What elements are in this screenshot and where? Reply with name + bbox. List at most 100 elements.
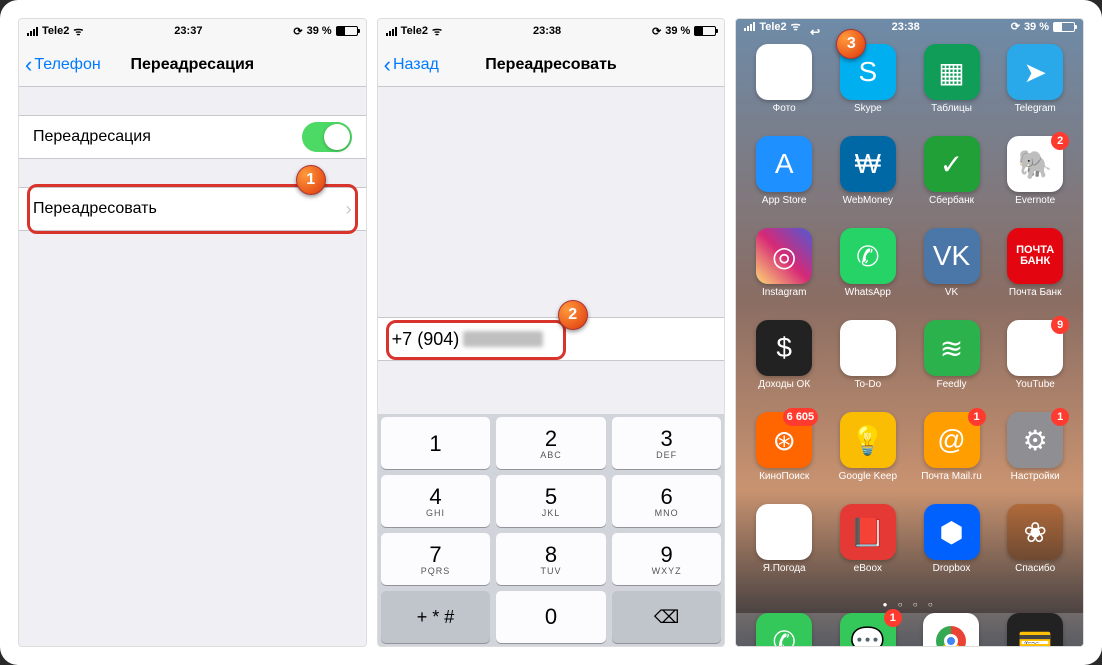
app-WhatsApp[interactable]: ✆WhatsApp [826, 228, 910, 320]
app-icon: ⊛6 605 [756, 412, 812, 468]
app-Почта Mail.ru[interactable]: @1Почта Mail.ru [910, 412, 994, 504]
app-icon: ⬢ [924, 504, 980, 560]
app-Skype[interactable]: SSkype [826, 44, 910, 136]
notification-badge: 1 [884, 609, 902, 627]
clock: 23:37 [174, 25, 202, 37]
app-label: VK [945, 287, 958, 298]
app-label: Instagram [762, 287, 806, 298]
app-icon: ≋ [924, 320, 980, 376]
app-label: App Store [762, 195, 806, 206]
app-icon: ✓ [840, 320, 896, 376]
app-phone[interactable]: ✆ [756, 613, 812, 647]
toggle-label: Переадресация [33, 128, 151, 146]
app-icon: ✆ [756, 613, 812, 647]
app-wallet[interactable]: 💳 [1007, 613, 1063, 647]
signal-icon [744, 22, 755, 31]
app-КиноПоиск[interactable]: ⊛6 605 КиноПоиск [742, 412, 826, 504]
key-8[interactable]: 8TUV [496, 533, 606, 585]
app-Telegram[interactable]: ➤ Telegram [993, 44, 1077, 136]
status-bar: Tele2 ᯤ 23:38 ⟳ 39 % [378, 19, 725, 43]
key-2[interactable]: 2ABC [496, 417, 606, 469]
notification-badge: 1 [1051, 408, 1069, 426]
key-backspace[interactable]: ⌫ [612, 591, 722, 643]
carrier-label: Tele2 [401, 25, 428, 37]
notification-badge: 9 [1051, 316, 1069, 334]
notification-badge: 1 [968, 408, 986, 426]
wifi-icon: ᯤ [432, 24, 442, 39]
app-Feedly[interactable]: ≋ Feedly [910, 320, 994, 412]
app-label: eBoox [854, 563, 882, 574]
app-icon: $ [756, 320, 812, 376]
app-label: Фото [773, 103, 796, 114]
app-Evernote[interactable]: 🐘2 Evernote [993, 136, 1077, 228]
key-7[interactable]: 7PQRS [381, 533, 491, 585]
app-icon: ✿ [756, 44, 812, 100]
app-label: Evernote [1015, 195, 1055, 206]
signal-icon [386, 27, 397, 36]
toggle-switch[interactable] [302, 122, 352, 152]
phone-number-field[interactable]: +7 (904) 2 [378, 317, 725, 361]
chevron-right-icon: › [346, 199, 352, 220]
app-Почта Банк[interactable]: ПОЧТА БАНКПочта Банк [993, 228, 1077, 320]
app-Таблицы[interactable]: ▦Таблицы [910, 44, 994, 136]
app-icon: ➤ [1007, 44, 1063, 100]
app-label: Skype [854, 103, 882, 114]
signal-icon [27, 27, 38, 36]
app-Я.Погода[interactable]: ☂Я.Погода [742, 504, 826, 596]
app-label: Dropbox [933, 563, 971, 574]
app-icon: 🐘2 [1007, 136, 1063, 192]
app-VK[interactable]: VK VK [910, 228, 994, 320]
app-To-Do[interactable]: ✓ To-Do [826, 320, 910, 412]
key-symbols[interactable]: + * # [381, 591, 491, 643]
back-button[interactable]: ‹ Телефон [25, 54, 101, 76]
app-label: Telegram [1015, 103, 1056, 114]
app-icon: ⚙1 [1007, 412, 1063, 468]
notification-badge: 2 [1051, 132, 1069, 150]
nav-title: Переадресация [131, 56, 255, 74]
app-label: Сбербанк [929, 195, 974, 206]
redacted-segment [463, 331, 543, 347]
battery-icon [694, 26, 716, 36]
app-label: WhatsApp [845, 287, 891, 298]
app-label: КиноПоиск [759, 471, 809, 482]
app-App Store[interactable]: AApp Store [742, 136, 826, 228]
app-WebMoney[interactable]: ₩WebMoney [826, 136, 910, 228]
battery-icon [336, 26, 358, 36]
key-9[interactable]: 9WXYZ [612, 533, 722, 585]
app-icon: ПОЧТА БАНК [1007, 228, 1063, 284]
app-label: Google Keep [839, 471, 897, 482]
key-0[interactable]: 0 [496, 591, 606, 643]
clock: 23:38 [533, 25, 561, 37]
app-YouTube[interactable]: ▶9YouTube [993, 320, 1077, 412]
app-Сбербанк[interactable]: ✓Сбербанк [910, 136, 994, 228]
back-button[interactable]: ‹ Назад [384, 54, 439, 76]
app-Доходы ОК[interactable]: $Доходы ОК [742, 320, 826, 412]
key-3[interactable]: 3DEF [612, 417, 722, 469]
app-label: To-Do [854, 379, 881, 390]
app-Спасибо[interactable]: ❀Спасибо [993, 504, 1077, 596]
app-icon: ₩ [840, 136, 896, 192]
forwarding-toggle-row[interactable]: Переадресация [19, 115, 366, 159]
app-eBoox[interactable]: 📕eBoox [826, 504, 910, 596]
key-6[interactable]: 6MNO [612, 475, 722, 527]
key-5[interactable]: 5JKL [496, 475, 606, 527]
screen-forward-number-entry: Tele2 ᯤ 23:38 ⟳ 39 % ‹ Назад Переадресов… [377, 18, 726, 647]
app-label: Feedly [937, 379, 967, 390]
call-forwarding-icon: ↪ [810, 25, 820, 39]
chevron-left-icon: ‹ [25, 54, 32, 76]
forward-to-label: Переадресовать [33, 200, 157, 218]
app-icon: VK [924, 228, 980, 284]
app-Настройки[interactable]: ⚙1Настройки [993, 412, 1077, 504]
app-Фото[interactable]: ✿ Фото [742, 44, 826, 136]
back-label: Телефон [34, 56, 100, 74]
app-Dropbox[interactable]: ⬢ Dropbox [910, 504, 994, 596]
app-Instagram[interactable]: ◎Instagram [742, 228, 826, 320]
app-chrome[interactable] [923, 613, 979, 647]
app-Google Keep[interactable]: 💡Google Keep [826, 412, 910, 504]
back-label: Назад [393, 56, 439, 74]
key-1[interactable]: 1 [381, 417, 491, 469]
key-4[interactable]: 4GHI [381, 475, 491, 527]
phone-number-value: +7 (904) [392, 329, 460, 350]
wifi-icon: ᯤ [791, 19, 801, 34]
app-messages[interactable]: 💬1 [840, 613, 896, 647]
